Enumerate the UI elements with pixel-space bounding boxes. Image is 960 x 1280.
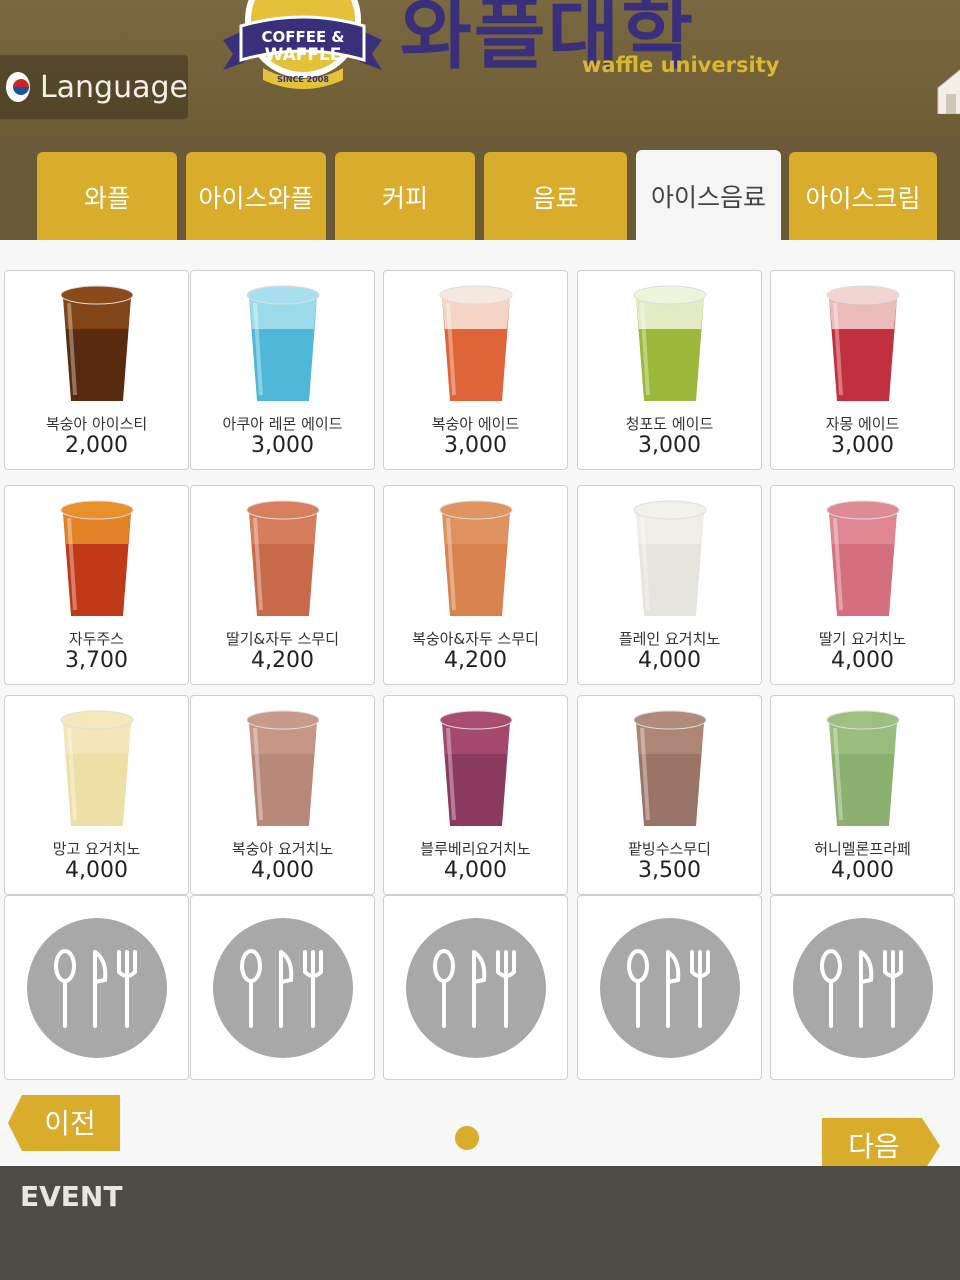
empty-menu-slot xyxy=(190,895,375,1080)
language-label: Language xyxy=(39,69,188,105)
drink-image xyxy=(60,500,133,616)
utensils-icon xyxy=(626,949,710,1028)
item-name: 복숭아 에이드 xyxy=(431,415,520,433)
item-price: 3,500 xyxy=(638,858,701,883)
drink-image xyxy=(439,710,512,826)
drink-image xyxy=(246,285,319,401)
item-name: 팥빙수스무디 xyxy=(628,840,711,858)
menu-item-card[interactable]: 복숭아 에이드 3,000 xyxy=(383,270,568,470)
tab-coffee[interactable]: 커피 xyxy=(335,152,475,242)
utensils-icon xyxy=(53,949,137,1028)
menu-item-card[interactable]: 자몽 에이드 3,000 xyxy=(770,270,955,470)
drink-image xyxy=(633,500,706,616)
svg-text:SINCE 2008: SINCE 2008 xyxy=(277,75,329,84)
item-name: 복숭아 요거치노 xyxy=(231,840,334,858)
item-price: 3,700 xyxy=(65,648,128,673)
tab-iced-beverage[interactable]: 아이스음료 xyxy=(636,150,781,242)
coffee-waffle-logo: COFFEE & WAFFLE SINCE 2008 xyxy=(223,0,382,89)
empty-menu-slot xyxy=(383,895,568,1080)
item-name: 아쿠아 레몬 에이드 xyxy=(222,415,343,433)
tab-waffle[interactable]: 와플 xyxy=(37,152,177,242)
category-tabs: 와플 아이스와플 커피 음료 아이스음료 아이스크림 xyxy=(0,150,960,242)
item-price: 3,000 xyxy=(831,433,894,458)
menu-item-card[interactable]: 아쿠아 레몬 에이드 3,000 xyxy=(190,270,375,470)
utensils-icon xyxy=(239,949,323,1028)
menu-item-card[interactable]: 블루베리요거치노 4,000 xyxy=(383,695,568,895)
menu-item-card[interactable]: 복숭아&자두 스무디 4,200 xyxy=(383,485,568,685)
menu-item-card[interactable]: 팥빙수스무디 3,500 xyxy=(577,695,762,895)
utensils-placeholder xyxy=(792,918,933,1058)
event-label: EVENT xyxy=(20,1180,123,1213)
item-name: 자몽 에이드 xyxy=(825,415,900,433)
empty-menu-slot xyxy=(577,895,762,1080)
item-name: 딸기 요거치노 xyxy=(818,630,907,648)
drink-image xyxy=(633,710,706,826)
drink-image xyxy=(246,500,319,616)
menu-item-card[interactable]: 플레인 요거치노 4,000 xyxy=(577,485,762,685)
menu-panel: 복숭아 아이스티 2,000 아쿠아 레몬 에이드 3,000 복숭아 에이드 3,000… xyxy=(0,240,960,1166)
item-price: 3,000 xyxy=(251,433,314,458)
brand-name-english: waffle university xyxy=(582,53,780,77)
menu-item-card[interactable]: 딸기&자두 스무디 4,200 xyxy=(190,485,375,685)
svg-text:COFFEE &: COFFEE & xyxy=(261,28,344,46)
menu-item-card[interactable]: 딸기 요거치노 4,000 xyxy=(770,485,955,685)
home-icon[interactable] xyxy=(934,66,960,114)
item-name: 청포도 에이드 xyxy=(625,415,714,433)
item-price: 4,000 xyxy=(65,858,128,883)
drink-image xyxy=(826,285,899,401)
item-price: 4,000 xyxy=(251,858,314,883)
prev-button[interactable]: 이전 xyxy=(8,1095,120,1151)
language-button[interactable]: Language xyxy=(0,55,188,119)
item-price: 4,000 xyxy=(831,858,894,883)
item-name: 망고 요거치노 xyxy=(52,840,141,858)
menu-item-card[interactable]: 복숭아 요거치노 4,000 xyxy=(190,695,375,895)
drink-image xyxy=(439,285,512,401)
item-price: 4,200 xyxy=(251,648,314,673)
menu-item-card[interactable]: 망고 요거치노 4,000 xyxy=(4,695,189,895)
menu-item-card[interactable]: 허니멜론프라페 4,000 xyxy=(770,695,955,895)
item-name: 자두주스 xyxy=(68,630,125,648)
drink-image xyxy=(633,285,706,401)
event-bar[interactable]: EVENT xyxy=(0,1166,960,1280)
menu-item-card[interactable]: 청포도 에이드 3,000 xyxy=(577,270,762,470)
drink-image xyxy=(60,285,133,401)
drink-image xyxy=(246,710,319,826)
menu-item-card[interactable]: 복숭아 아이스티 2,000 xyxy=(4,270,189,470)
utensils-placeholder xyxy=(212,918,353,1058)
item-price: 4,000 xyxy=(638,648,701,673)
tab-beverage[interactable]: 음료 xyxy=(484,152,627,242)
item-name: 플레인 요거치노 xyxy=(618,630,721,648)
svg-text:이전: 이전 xyxy=(44,1107,96,1140)
item-name: 딸기&자두 스무디 xyxy=(225,630,340,648)
korea-flag-icon xyxy=(6,72,30,102)
item-price: 3,000 xyxy=(444,433,507,458)
utensils-icon xyxy=(819,949,903,1028)
item-name: 허니멜론프라페 xyxy=(814,840,911,858)
item-name: 복숭아 아이스티 xyxy=(45,415,148,433)
svg-text:다음: 다음 xyxy=(848,1130,900,1163)
item-name: 복숭아&자두 스무디 xyxy=(412,630,539,648)
empty-menu-slot xyxy=(770,895,955,1080)
top-bar: Language COFFEE & WAFFLE SINCE 2008 와플대학… xyxy=(0,0,960,135)
utensils-placeholder xyxy=(26,918,167,1058)
item-price: 4,200 xyxy=(444,648,507,673)
utensils-placeholder xyxy=(405,918,546,1058)
tab-ice-waffle[interactable]: 아이스와플 xyxy=(186,152,326,242)
utensils-icon xyxy=(432,949,516,1028)
item-price: 2,000 xyxy=(65,433,128,458)
utensils-placeholder xyxy=(599,918,740,1058)
empty-menu-slot xyxy=(4,895,189,1080)
item-price: 4,000 xyxy=(831,648,894,673)
menu-item-card[interactable]: 자두주스 3,700 xyxy=(4,485,189,685)
drink-image xyxy=(439,500,512,616)
tab-ice-cream[interactable]: 아이스크림 xyxy=(789,152,937,242)
drink-image xyxy=(826,500,899,616)
drink-image xyxy=(60,710,133,826)
page-indicator-dot xyxy=(455,1126,479,1150)
item-price: 4,000 xyxy=(444,858,507,883)
item-price: 3,000 xyxy=(638,433,701,458)
item-name: 블루베리요거치노 xyxy=(420,840,531,858)
drink-image xyxy=(826,710,899,826)
svg-text:WAFFLE: WAFFLE xyxy=(265,45,342,65)
